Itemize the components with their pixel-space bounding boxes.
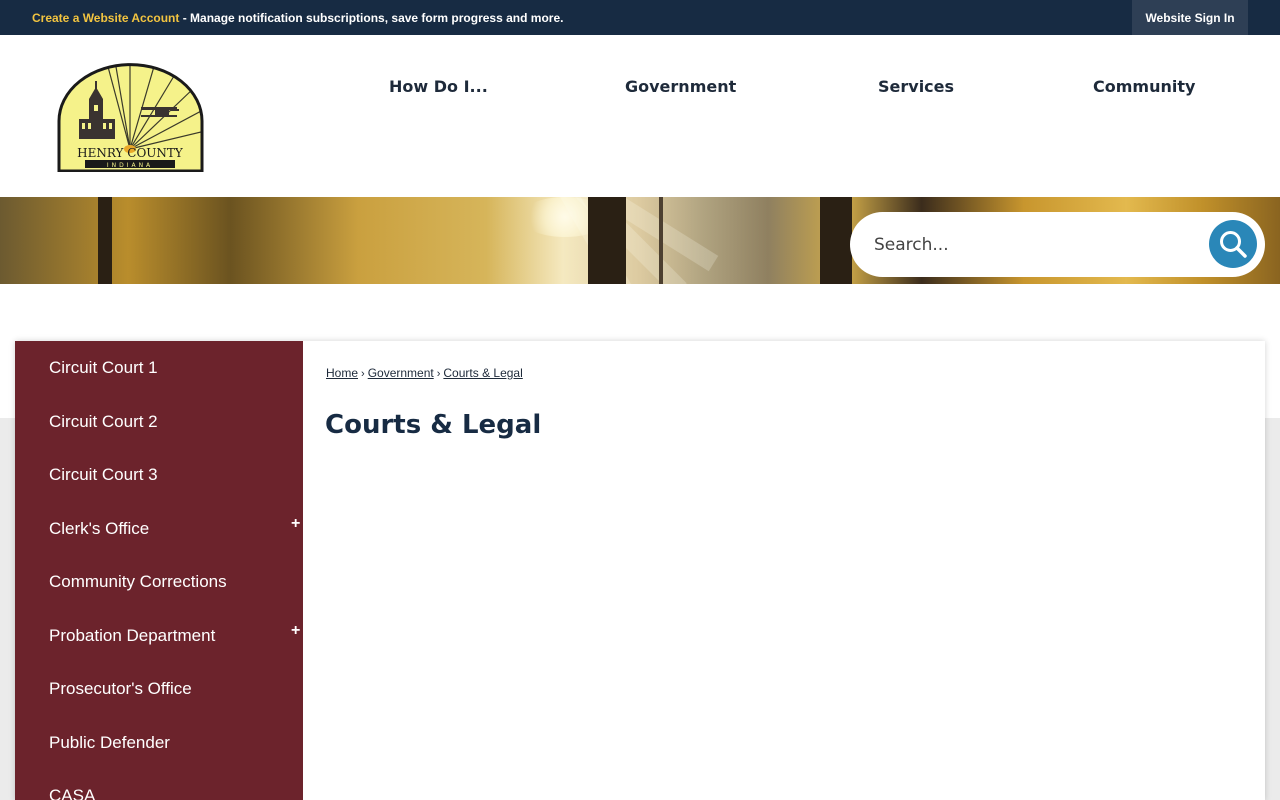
- nav-how-do-i[interactable]: How Do I...: [389, 77, 488, 96]
- logo-text-indiana: INDIANA: [107, 162, 153, 169]
- breadcrumb-government[interactable]: Government: [368, 366, 434, 380]
- lamp-post: [659, 197, 663, 284]
- breadcrumb-separator: ›: [361, 368, 365, 380]
- sidebar-item-circuit-court-3[interactable]: Circuit Court 3: [49, 465, 158, 485]
- sidebar-item-public-defender[interactable]: Public Defender: [49, 733, 170, 753]
- top-notification-bar: Create a Website Account - Manage notifi…: [0, 0, 1280, 35]
- site-header: HENRY COUNTY INDIANA How Do I... Governm…: [0, 35, 1280, 197]
- sidebar-item-community-corrections[interactable]: Community Corrections: [49, 572, 227, 592]
- sidebar-item-prosecutors-office[interactable]: Prosecutor's Office: [49, 679, 192, 699]
- tree-trunk: [820, 197, 852, 284]
- page-title: Courts & Legal: [325, 410, 542, 440]
- nav-government[interactable]: Government: [625, 77, 736, 96]
- tree-trunk: [98, 197, 112, 284]
- breadcrumb-courts-legal[interactable]: Courts & Legal: [443, 366, 522, 380]
- nav-community[interactable]: Community: [1093, 77, 1195, 96]
- logo-text-henry-county: HENRY COUNTY: [77, 146, 184, 160]
- topbar-message: Create a Website Account - Manage notifi…: [32, 11, 563, 25]
- breadcrumb-home[interactable]: Home: [326, 366, 358, 380]
- sidebar-nav: Circuit Court 1 Circuit Court 2 Circuit …: [15, 341, 303, 800]
- search-icon: [1220, 231, 1247, 258]
- sidebar-item-circuit-court-1[interactable]: Circuit Court 1: [49, 358, 158, 378]
- create-account-link[interactable]: Create a Website Account: [32, 11, 179, 25]
- search-button[interactable]: [1209, 220, 1257, 268]
- search-box: [850, 212, 1265, 277]
- tree-trunk: [588, 197, 626, 284]
- expand-clerks-office-icon[interactable]: +: [291, 515, 300, 533]
- sidebar-item-clerks-office[interactable]: Clerk's Office: [49, 519, 149, 539]
- breadcrumb-separator: ›: [436, 368, 441, 380]
- topbar-message-text: - Manage notification subscriptions, sav…: [179, 11, 564, 25]
- breadcrumb: Home › Government › Courts & Legal: [326, 366, 523, 380]
- henry-county-logo[interactable]: HENRY COUNTY INDIANA: [55, 59, 206, 173]
- sidebar-item-circuit-court-2[interactable]: Circuit Court 2: [49, 412, 158, 432]
- expand-probation-department-icon[interactable]: +: [291, 622, 300, 640]
- search-input[interactable]: [874, 230, 1194, 260]
- sidebar-item-probation-department[interactable]: Probation Department: [49, 626, 215, 646]
- website-sign-in-button[interactable]: Website Sign In: [1132, 0, 1248, 35]
- sidebar-item-casa[interactable]: CASA: [49, 786, 95, 800]
- nav-services[interactable]: Services: [878, 77, 954, 96]
